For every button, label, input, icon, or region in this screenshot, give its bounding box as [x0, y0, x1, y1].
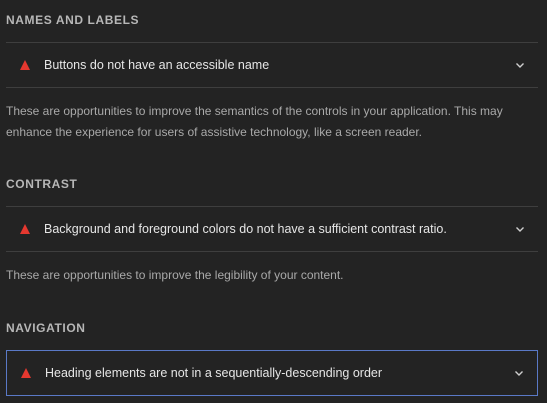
audit-color-contrast[interactable]: Background and foreground colors do not …: [6, 206, 538, 252]
audit-title: Buttons do not have an accessible name: [44, 58, 270, 72]
fail-triangle-icon: [21, 368, 31, 378]
section-title-navigation: NAVIGATION: [6, 321, 86, 335]
audit-button-name[interactable]: Buttons do not have an accessible name: [6, 42, 538, 88]
chevron-down-icon[interactable]: [514, 223, 526, 235]
section-description: These are opportunities to improve the l…: [6, 268, 344, 282]
audit-heading-order[interactable]: Heading elements are not in a sequential…: [6, 350, 538, 396]
fail-triangle-icon: [20, 60, 30, 70]
fail-triangle-icon: [20, 224, 30, 234]
section-title-names-and-labels: NAMES AND LABELS: [6, 13, 140, 27]
audit-title: Background and foreground colors do not …: [44, 222, 447, 236]
chevron-down-icon[interactable]: [513, 367, 525, 379]
section-title-contrast: CONTRAST: [6, 177, 78, 191]
accessibility-report: NAMES AND LABELS Buttons do not have an …: [0, 0, 547, 403]
section-description: These are opportunities to improve the s…: [6, 104, 503, 139]
chevron-down-icon[interactable]: [514, 59, 526, 71]
audit-title: Heading elements are not in a sequential…: [45, 366, 383, 380]
